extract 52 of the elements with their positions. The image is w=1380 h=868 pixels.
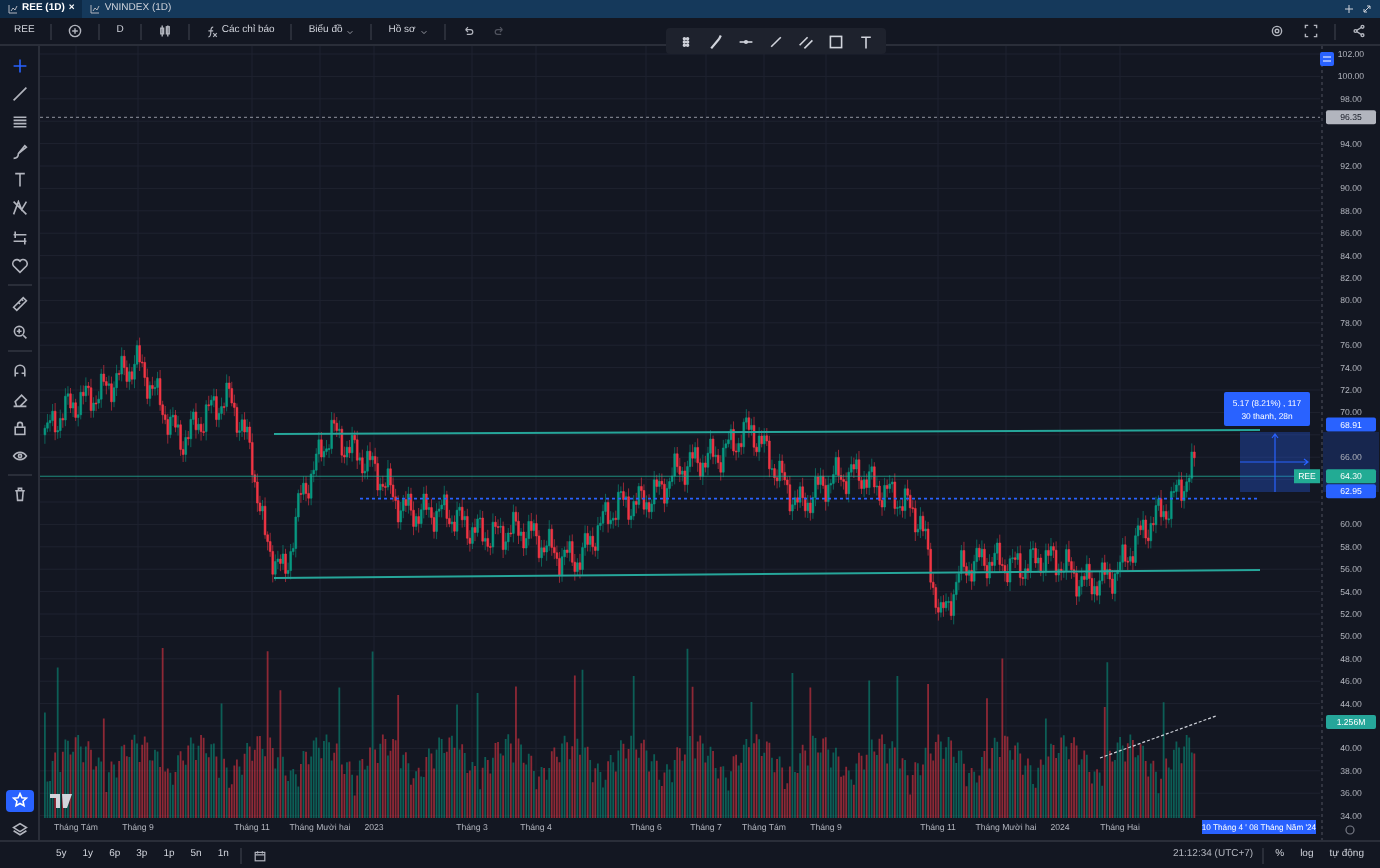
trend-line[interactable] (1099, 715, 1217, 759)
lock-icon (11, 419, 27, 436)
chart-icon (90, 4, 101, 14)
eye-icon (11, 448, 27, 465)
text-tool-icon (858, 33, 874, 49)
list-icon[interactable] (1320, 52, 1334, 66)
brush-tool[interactable] (704, 33, 728, 49)
share-icon (1352, 24, 1366, 38)
brush-icon (708, 33, 724, 49)
star-icon (11, 792, 27, 809)
crosshair-icon (11, 57, 27, 73)
star-tool[interactable] (5, 789, 33, 812)
function-icon (205, 25, 218, 37)
forecast-icon (11, 229, 27, 246)
add-symbol-button[interactable] (64, 24, 87, 38)
parallel-lines-icon (798, 33, 814, 49)
plus-circle-icon (68, 24, 83, 38)
plus-icon (1344, 4, 1354, 14)
ruler-icon (11, 296, 27, 313)
parallel-lines-tool[interactable] (794, 33, 818, 49)
measure-tooltip (1224, 392, 1310, 426)
magnet-icon (11, 362, 27, 379)
expand-icon (1362, 4, 1372, 14)
calendar-icon (254, 849, 267, 861)
fullscreen-button[interactable] (1300, 24, 1322, 38)
caret-icon (346, 27, 355, 35)
line-tool-icon (11, 85, 27, 102)
share-button[interactable] (1348, 24, 1370, 38)
fib-lines-icon (11, 114, 27, 131)
trend-line[interactable] (273, 569, 1261, 579)
settings-button[interactable] (1266, 24, 1288, 38)
pattern-icon (11, 200, 27, 217)
heart-icon (11, 258, 27, 275)
candles-icon (157, 24, 172, 38)
layers-icon (11, 821, 27, 837)
caret-icon (419, 27, 428, 35)
zoom-in-icon (11, 324, 27, 341)
rectangle-icon (828, 33, 844, 49)
undo-icon (461, 25, 474, 37)
grip-icon (678, 33, 694, 49)
rectangle-tool[interactable] (824, 33, 848, 49)
brush-icon (11, 143, 27, 160)
date-range-button[interactable] (250, 849, 271, 861)
trend-line-icon (768, 33, 784, 49)
eraser-icon (11, 391, 27, 408)
fullscreen-icon (1304, 24, 1318, 38)
trash-icon (11, 486, 27, 503)
redo-icon (493, 25, 506, 37)
chart-icon (8, 4, 18, 14)
logo-icon (50, 794, 72, 808)
trend-line[interactable] (273, 429, 1261, 435)
text-tool-icon (11, 172, 27, 189)
